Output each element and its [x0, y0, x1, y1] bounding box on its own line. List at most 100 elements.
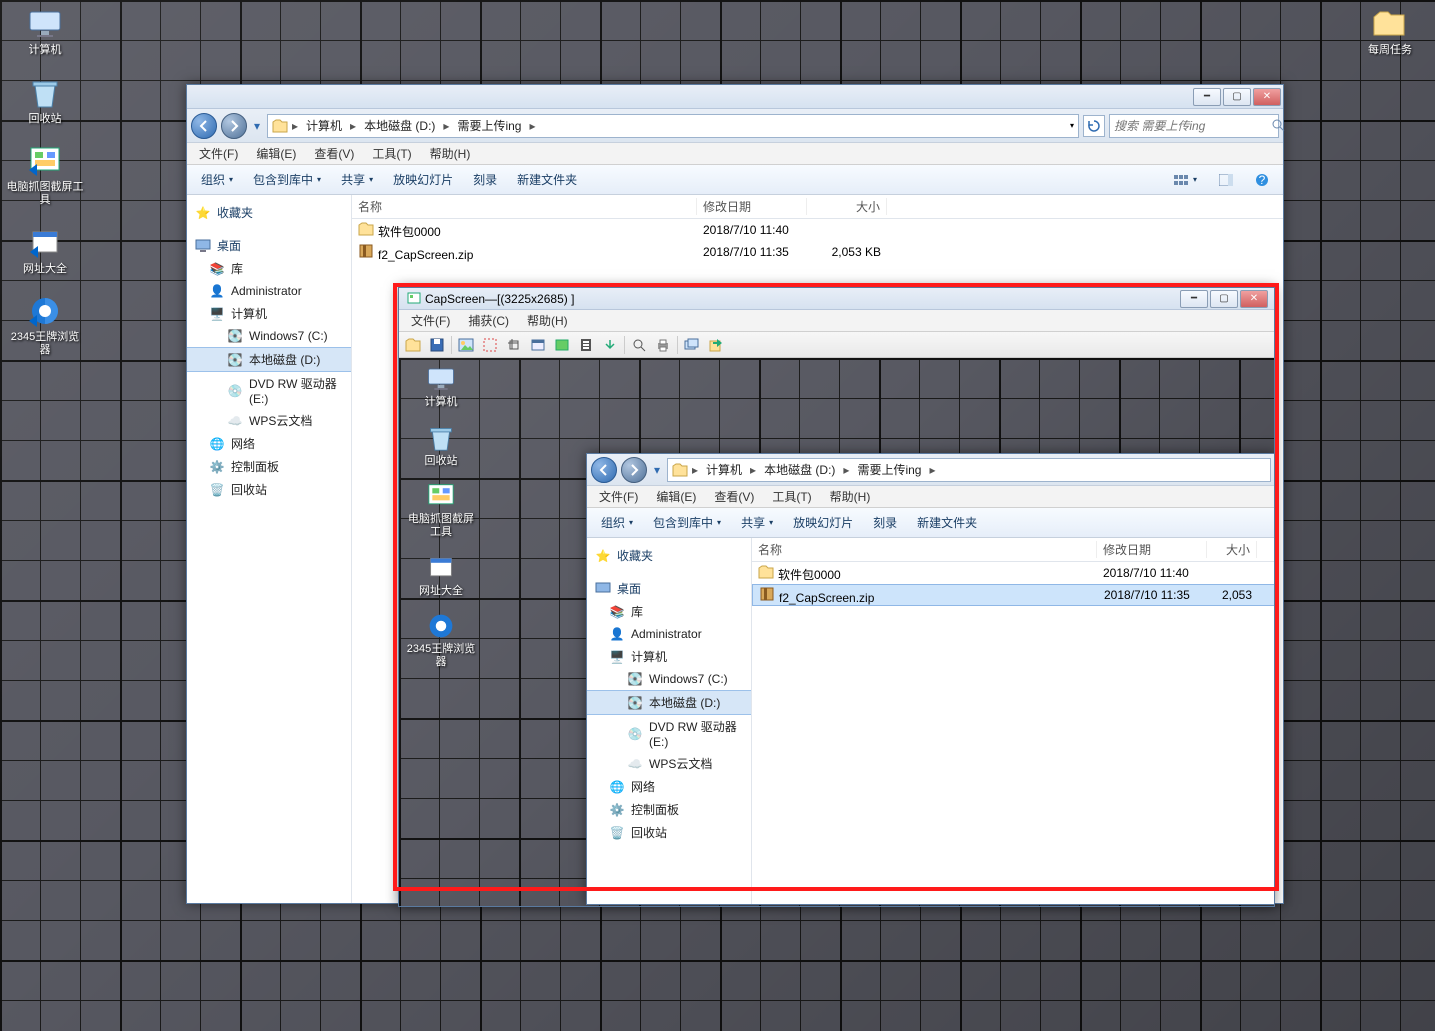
minimize-button[interactable]: ━ [1193, 88, 1221, 106]
recycle-bin-icon[interactable]: 回收站 [6, 75, 84, 126]
film-icon[interactable] [576, 335, 596, 355]
toolbar-new-folder[interactable]: 新建文件夹 [909, 510, 985, 535]
file-row-zip[interactable]: f2_CapScreen.zip 2018/7/10 11:35 2,053 K… [352, 241, 1283, 263]
sidebar-item-wps-cloud[interactable]: ☁️ WPS云文档 [187, 409, 351, 432]
chevron-right-icon[interactable]: ▸ [290, 119, 300, 133]
sidebar-item-administrator[interactable]: 👤 Administrator [187, 280, 351, 302]
breadcrumb-seg-computer[interactable]: 计算机 [302, 115, 346, 136]
nav-forward-button[interactable] [621, 457, 647, 483]
breadcrumb-seg-folder[interactable]: 需要上传ing [853, 459, 925, 480]
sidebar-favorites[interactable]: ⭐ 收藏夹 [187, 201, 351, 224]
menu-help[interactable]: 帮助(H) [422, 143, 479, 164]
sidebar-item-drive-c[interactable]: 💽Windows7 (C:) [587, 668, 751, 690]
breadcrumb-seg-folder[interactable]: 需要上传ing [453, 115, 525, 136]
maximize-button[interactable]: ▢ [1210, 290, 1238, 308]
web-links-shortcut-icon[interactable]: 网址大全 [6, 225, 84, 276]
menu-view[interactable]: 查看(V) [706, 486, 762, 507]
refresh-button[interactable] [1083, 115, 1105, 137]
column-header-date[interactable]: 修改日期 [1097, 541, 1207, 558]
chevron-right-icon[interactable]: ▸ [441, 119, 451, 133]
nav-history-dropdown[interactable]: ▾ [651, 460, 663, 480]
titlebar[interactable]: ━ ▢ ✕ [187, 85, 1283, 109]
file-row-zip[interactable]: f2_CapScreen.zip 2018/7/10 11:35 2,053 [752, 584, 1274, 606]
zoom-icon[interactable] [629, 335, 649, 355]
print-icon[interactable] [653, 335, 673, 355]
save-icon[interactable] [427, 335, 447, 355]
window-icon[interactable] [528, 335, 548, 355]
2345-browser-shortcut-icon[interactable]: 2345王牌浏览器 [6, 293, 84, 356]
snip-icon[interactable] [480, 335, 500, 355]
close-button[interactable]: ✕ [1240, 290, 1268, 308]
sidebar-favorites[interactable]: ⭐收藏夹 [587, 544, 751, 567]
toolbar-include-in-library[interactable]: 包含到库中 ▾ [645, 510, 729, 535]
chevron-down-icon[interactable]: ▾ [1070, 121, 1074, 130]
menu-view[interactable]: 查看(V) [306, 143, 362, 164]
view-options-button[interactable]: ▾ [1165, 170, 1205, 190]
computer-icon[interactable]: 计算机 [405, 364, 477, 409]
breadcrumb-seg-drive-d[interactable]: 本地磁盘 (D:) [760, 459, 839, 480]
sidebar-item-libraries[interactable]: 📚库 [587, 600, 751, 623]
column-header-date[interactable]: 修改日期 [697, 198, 807, 215]
search-box[interactable] [1109, 114, 1279, 138]
menu-edit[interactable]: 编辑(E) [648, 486, 704, 507]
menu-tools[interactable]: 工具(T) [764, 486, 819, 507]
chevron-right-icon[interactable]: ▸ [348, 119, 358, 133]
gallery-icon[interactable] [682, 335, 702, 355]
minimize-button[interactable]: ━ [1180, 290, 1208, 308]
sidebar-item-control-panel[interactable]: ⚙️ 控制面板 [187, 455, 351, 478]
capscreen-shortcut-icon[interactable]: 电脑抓图截屏工具 [6, 143, 84, 206]
menu-file[interactable]: 文件(F) [191, 143, 246, 164]
sidebar-item-drive-e[interactable]: 💿 DVD RW 驱动器 (E:) [187, 372, 351, 409]
weekly-task-folder-icon[interactable]: 每周任务 [1351, 6, 1429, 57]
menu-help[interactable]: 帮助(H) [519, 310, 576, 331]
column-header-name[interactable]: 名称 [752, 541, 1097, 558]
image-icon[interactable] [456, 335, 476, 355]
nav-back-button[interactable] [191, 113, 217, 139]
file-row-folder[interactable]: 软件包0000 2018/7/10 11:40 [352, 219, 1283, 241]
toolbar-new-folder[interactable]: 新建文件夹 [509, 167, 585, 192]
nav-history-dropdown[interactable]: ▾ [251, 116, 263, 136]
help-button[interactable]: ? [1247, 169, 1277, 191]
crop-icon[interactable] [504, 335, 524, 355]
sidebar-item-drive-d[interactable]: 💽本地磁盘 (D:) [587, 690, 751, 715]
chevron-right-icon[interactable]: ▸ [527, 119, 537, 133]
sidebar-item-computer[interactable]: 🖥️ 计算机 [187, 302, 351, 325]
toolbar-share[interactable]: 共享 ▾ [333, 167, 381, 192]
capscreen-shortcut-icon[interactable]: 电脑抓图截屏工具 [405, 481, 477, 538]
toolbar-slideshow[interactable]: 放映幻灯片 [385, 167, 461, 192]
nav-back-button[interactable] [591, 457, 617, 483]
sidebar-item-network[interactable]: 🌐网络 [587, 775, 751, 798]
capscreen-titlebar[interactable]: CapScreen—[(3225x2685) ] ━ ▢ ✕ [399, 288, 1274, 310]
sidebar-item-libraries[interactable]: 📚 库 [187, 257, 351, 280]
nav-forward-button[interactable] [221, 113, 247, 139]
column-header-size[interactable]: 大小 [1207, 541, 1257, 558]
toolbar-organize[interactable]: 组织 ▾ [193, 167, 241, 192]
capscreen-canvas[interactable]: 计算机 回收站 电脑抓图截屏工具 网址大全 2345王牌浏览器 [399, 358, 1274, 906]
sidebar-desktop[interactable]: 桌面 [587, 577, 751, 600]
menu-help[interactable]: 帮助(H) [822, 486, 879, 507]
computer-icon[interactable]: 计算机 [6, 6, 84, 57]
fullscreen-icon[interactable] [552, 335, 572, 355]
breadcrumb-seg-computer[interactable]: 计算机 [702, 459, 746, 480]
toolbar-include-in-library[interactable]: 包含到库中 ▾ [245, 167, 329, 192]
menu-tools[interactable]: 工具(T) [364, 143, 419, 164]
toolbar-organize[interactable]: 组织 ▾ [593, 510, 641, 535]
chevron-right-icon[interactable]: ▸ [690, 463, 700, 477]
menu-file[interactable]: 文件(F) [403, 310, 458, 331]
breadcrumb-seg-drive-d[interactable]: 本地磁盘 (D:) [360, 115, 439, 136]
breadcrumb[interactable]: ▸ 计算机 ▸ 本地磁盘 (D:) ▸ 需要上传ing ▸ [667, 458, 1271, 482]
sidebar-item-control-panel[interactable]: ⚙️控制面板 [587, 798, 751, 821]
recycle-bin-icon[interactable]: 回收站 [405, 423, 477, 468]
menu-capture[interactable]: 捕获(C) [460, 310, 517, 331]
maximize-button[interactable]: ▢ [1223, 88, 1251, 106]
breadcrumb[interactable]: ▸ 计算机 ▸ 本地磁盘 (D:) ▸ 需要上传ing ▸ ▾ [267, 114, 1079, 138]
column-header-name[interactable]: 名称 [352, 198, 697, 215]
chevron-right-icon[interactable]: ▸ [748, 463, 758, 477]
sidebar-item-computer[interactable]: 🖥️计算机 [587, 645, 751, 668]
toolbar-share[interactable]: 共享 ▾ [733, 510, 781, 535]
chevron-right-icon[interactable]: ▸ [841, 463, 851, 477]
arrow-down-icon[interactable] [600, 335, 620, 355]
toolbar-slideshow[interactable]: 放映幻灯片 [785, 510, 861, 535]
web-links-shortcut-icon[interactable]: 网址大全 [405, 553, 477, 598]
sidebar-item-drive-c[interactable]: 💽 Windows7 (C:) [187, 325, 351, 347]
